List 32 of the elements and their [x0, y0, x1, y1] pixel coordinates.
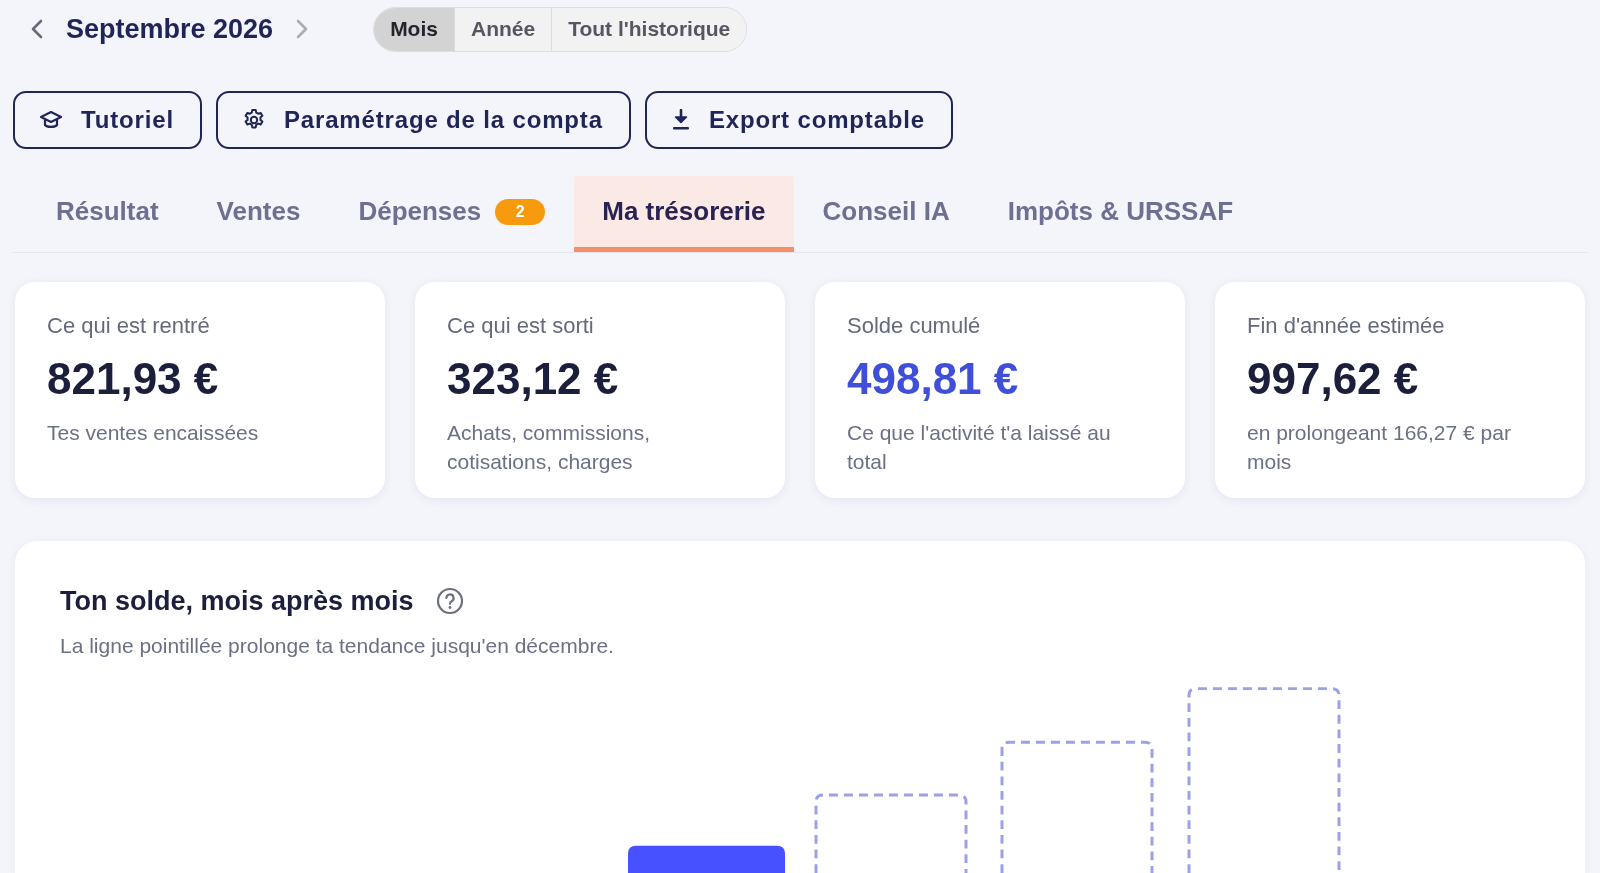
stat-value: 323,12 € — [447, 353, 619, 405]
help-icon[interactable] — [435, 587, 464, 616]
nav-tab[interactable]: Dépenses 2 — [329, 176, 575, 252]
stat-value: 498,81 € — [847, 353, 1019, 405]
stat-label: Ce qui est rentré — [47, 312, 210, 340]
count-badge: 2 — [495, 198, 546, 225]
chart-subtitle: La ligne pointillée prolonge ta tendance jusqu'en décembre. — [60, 632, 614, 659]
period-title: Septembre 2026 — [66, 12, 274, 46]
chevron-right-icon — [296, 19, 309, 39]
graduation-cap-icon — [39, 110, 63, 130]
period-tab[interactable]: Mois — [374, 7, 454, 51]
nav-tab[interactable]: Conseil IA — [793, 176, 979, 252]
stat-label: Ce qui est sorti — [447, 312, 594, 340]
stat-value: 997,62 € — [1247, 353, 1419, 405]
period-tab[interactable]: Tout l'historique — [551, 7, 747, 51]
action-button[interactable]: Export comptable — [644, 91, 954, 149]
stat-description: Ce que l'activité t'a laissé au total — [847, 420, 1112, 475]
stat-description: en prolongeant 166,27 € par mois — [1247, 420, 1512, 475]
stat-label: Solde cumulé — [847, 312, 981, 340]
stat-description: Achats, commissions, cotisations, charges — [447, 420, 652, 475]
stat-label: Fin d'année estimée — [1247, 312, 1445, 340]
action-button[interactable]: Paramétrage de la compta — [215, 91, 631, 149]
chevron-left-icon — [31, 19, 43, 39]
chart-title: Ton solde, mois après mois — [60, 585, 414, 618]
nav-tab[interactable]: Ventes — [187, 176, 330, 252]
download-icon — [670, 109, 691, 131]
nav-tab[interactable]: Impôts & URSSAF — [978, 176, 1263, 252]
action-button[interactable]: Tutoriel — [13, 91, 202, 149]
stat-value: 821,93 € — [47, 353, 219, 405]
nav-tab[interactable]: Ma trésorerie — [574, 176, 794, 252]
stat-description: Tes ventes encaissées — [47, 420, 259, 446]
nav-tab[interactable]: Résultat — [27, 176, 188, 252]
